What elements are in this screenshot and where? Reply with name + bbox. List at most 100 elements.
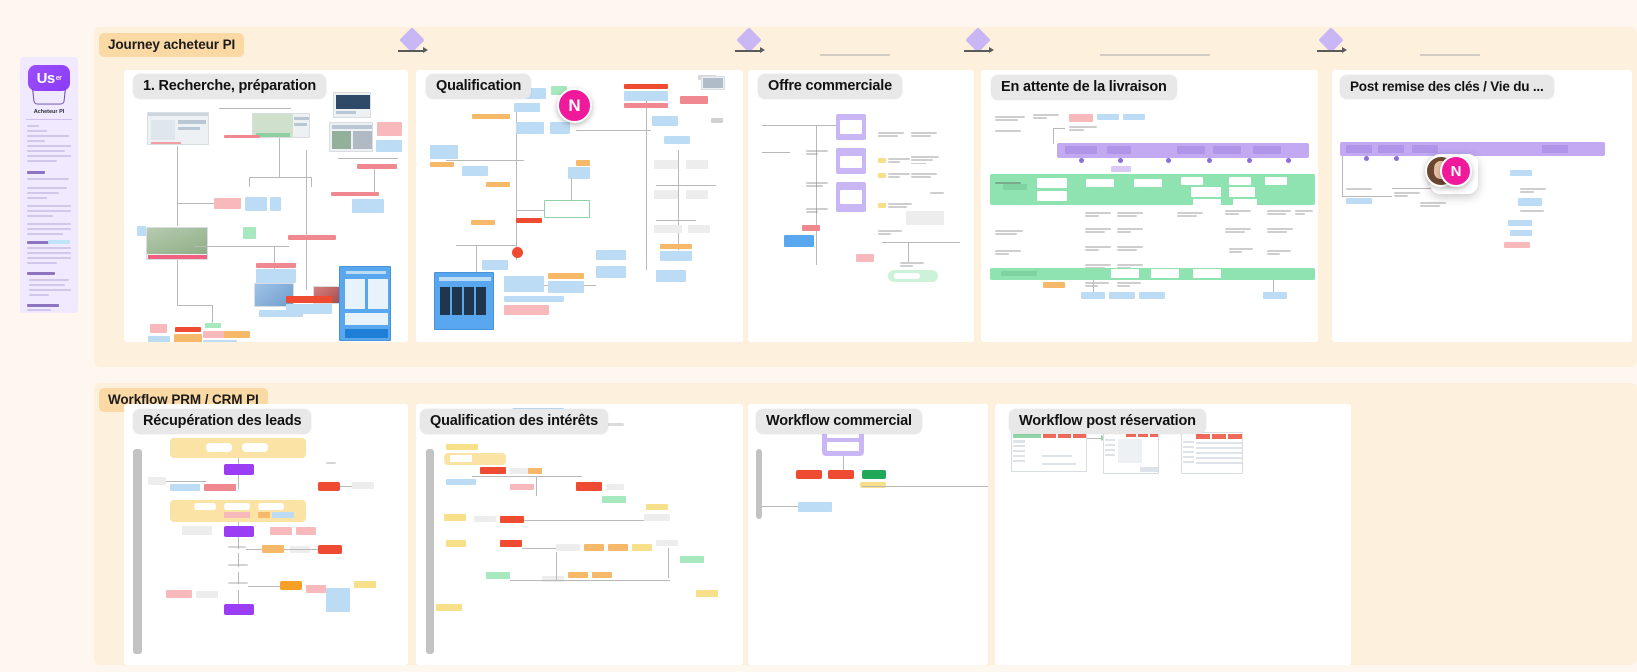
persona-silhouette-icon [32,88,66,105]
phone-mockups-screenshot [434,272,494,330]
frame-title-offre[interactable]: Offre commerciale [758,74,902,99]
sticky-note [270,197,281,211]
sticky-note [256,269,296,283]
process-node [224,604,254,615]
sticky-note [444,514,466,521]
sticky-note [660,244,692,249]
sticky-note [602,496,626,503]
frame-qual-interets[interactable] [416,404,743,665]
frame-title-qualification[interactable]: Qualification [426,74,532,99]
sticky-note [512,247,523,258]
connector-label-2 [820,53,890,57]
sticky-note [1151,269,1179,278]
sticky-note [576,160,590,166]
sticky-note [1510,170,1532,176]
sticky-note [1043,282,1065,288]
sticky-note [654,160,678,169]
decision-node [828,470,854,479]
sticky-note [504,276,544,292]
frame-offre[interactable] [748,70,974,342]
sticky-note [352,482,374,489]
sticky-note [376,140,402,152]
frame-title-recherche[interactable]: 1. Recherche, préparation [133,74,327,99]
whiteboard-canvas[interactable]: Us er Acheteur PI Journey acheteur PI 1.… [0,0,1637,672]
mobile-app-screenshot [339,266,391,341]
sticky-note [1181,177,1203,185]
sticky-note [1037,191,1067,201]
collaborator-avatar-n-post-remise[interactable]: N [1440,155,1472,187]
sticky-note [357,164,397,169]
frame-title-recuperation[interactable]: Récupération des leads [133,409,312,434]
swimlane-header [756,449,762,519]
sticky-note [224,331,250,338]
sticky-note [548,281,584,293]
sticky-note [137,226,146,236]
sticky-note [550,122,570,134]
sticky-note [906,211,944,225]
sticky-note [150,324,167,333]
collaborator-initial: N [568,95,581,115]
persona-card[interactable]: Us er Acheteur PI [20,57,78,313]
sticky-note [462,166,488,176]
connector-arrow-4 [1317,50,1343,52]
process-node [280,581,302,590]
site-screenshot-2 [329,122,373,152]
sticky-note [486,572,510,579]
sticky-note [170,484,200,491]
sticky-note [510,468,528,474]
sticky-note [556,544,580,551]
frame-title-post-remise[interactable]: Post remise des clés / Vie du ... [1340,75,1554,99]
sticky-note [1263,292,1287,299]
sticky-note [1069,114,1093,122]
frame-attente[interactable] [981,70,1318,342]
sticky-note [270,527,292,535]
swimlane-header [133,449,142,654]
sticky-note [504,305,549,315]
sticky-note [654,225,682,233]
site-screenshot [333,92,371,118]
sticky-note [654,190,678,199]
sticky-note [656,270,686,282]
process-node [860,482,886,488]
sticky-note [1265,177,1287,185]
sticky-note [1037,178,1067,188]
sticky-note [696,590,718,597]
sticky-note [224,135,260,138]
sticky-note [542,576,564,582]
sticky-note [204,484,236,491]
sticky-note [148,477,166,485]
collaborator-avatar-n-qualification[interactable]: N [557,88,592,123]
sticky-note [480,467,506,474]
frame-recuperation[interactable] [124,404,408,665]
sticky-note [243,227,256,239]
sticky-note [196,591,218,598]
sticky-note [1193,199,1221,207]
connector-arrowhead-2 [760,47,765,53]
sticky-note [175,327,201,332]
sticky-note [664,136,690,144]
sticky-note [568,167,590,179]
frame-recherche[interactable] [124,70,408,342]
frame-title-wf-commercial[interactable]: Workflow commercial [756,409,922,434]
sticky-note [516,122,544,134]
sticky-note [624,103,668,108]
frame-title-wf-post-resa[interactable]: Workflow post réservation [1009,409,1206,434]
sticky-note [166,590,192,598]
frame-title-attente[interactable]: En attente de la livraison [991,75,1177,100]
frame-post-remise[interactable] [1332,70,1632,342]
sticky-note [878,203,886,208]
sticky-note [606,484,624,490]
frame-wf-commercial[interactable] [748,404,988,665]
process-node [224,526,254,537]
swimlane-header [426,449,434,654]
persona-badge: Us er [28,65,70,91]
sticky-note [288,235,336,240]
sticky-note [688,225,710,233]
spreadsheet-screenshot-1 [1011,432,1087,472]
connector-label-4 [1420,53,1480,57]
sticky-note [1346,198,1372,204]
connector-arrow-1 [398,50,424,52]
frame-wf-post-resa[interactable] [995,404,1351,665]
persona-badge-label: Us [36,69,56,87]
frame-title-qual-interets[interactable]: Qualification des intérêts [420,409,609,434]
